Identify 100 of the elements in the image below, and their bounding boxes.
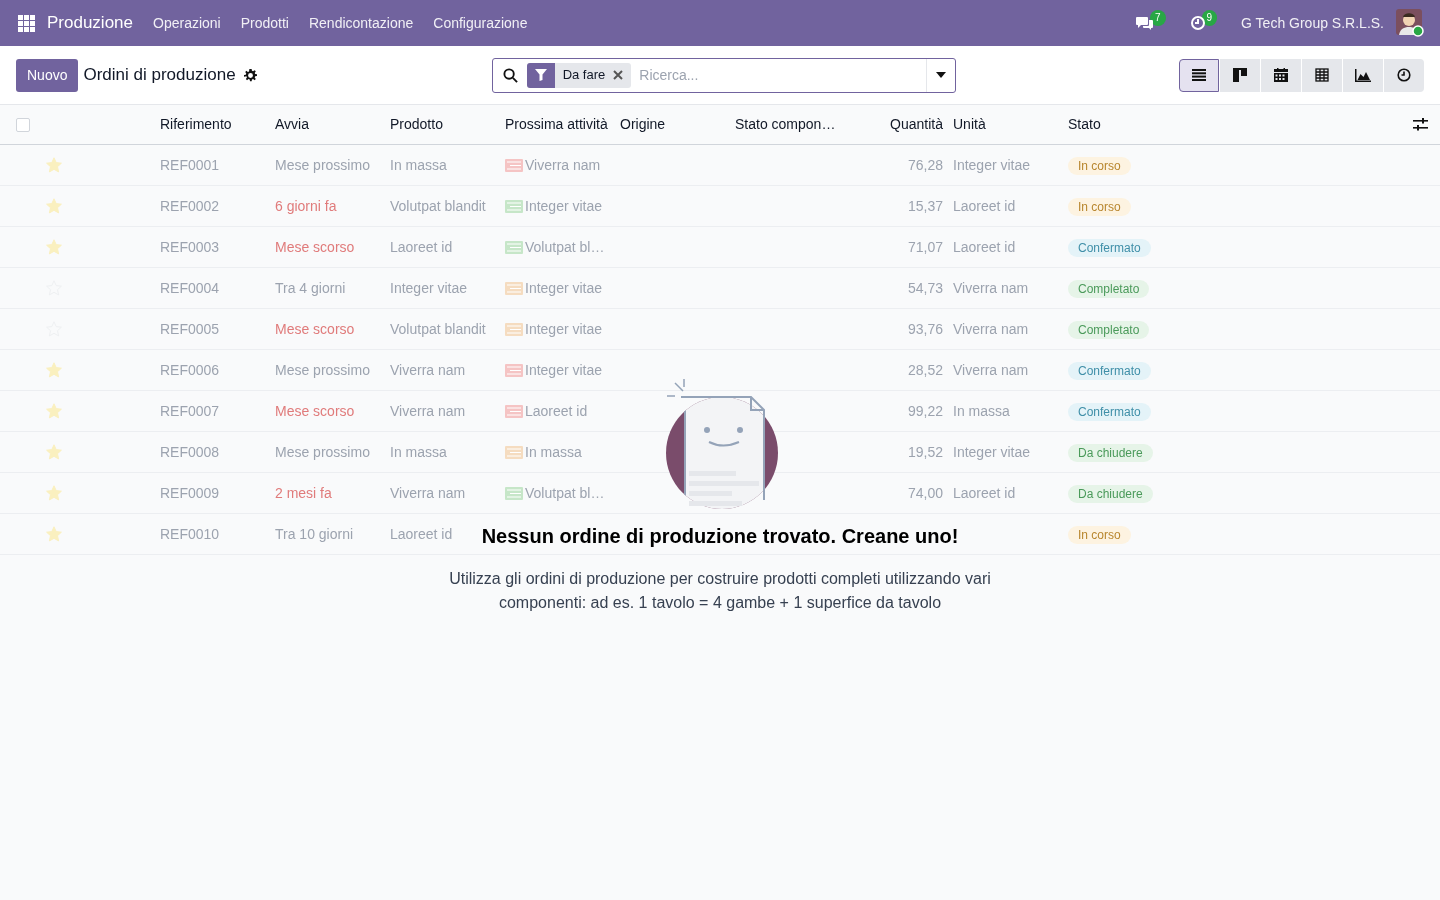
calendar-icon [1274,68,1288,82]
messages-button[interactable] [1135,15,1154,31]
activity-icon[interactable] [505,322,523,336]
activity-icon[interactable] [505,363,523,377]
column-options-icon[interactable] [1412,118,1428,131]
table-cell: Viverra nam [953,361,1029,378]
column-header[interactable]: Stato [1068,116,1101,132]
activity-icon[interactable] [505,404,523,418]
status-badge: Confermato [1068,402,1151,421]
column-header[interactable]: Stato compon… [735,116,836,132]
table-cell: REF0003 [160,238,220,255]
table-cell: In massa [390,156,447,173]
status-badge: In corso [1068,525,1131,544]
table-cell: REF0008 [160,443,220,460]
star-icon[interactable] [46,526,62,542]
table-cell: REF0007 [160,402,220,419]
column-header[interactable]: Riferimento [160,116,232,132]
kanban-icon [1233,68,1247,82]
table-cell-text: Volutpat bl… [525,237,605,257]
activity-icon[interactable] [505,199,523,213]
area-chart-icon [1355,68,1371,82]
chat-icon [1135,15,1154,31]
menu-item[interactable]: Configurazione [433,12,528,34]
table-cell: 6 giorni fa [275,197,337,214]
star-icon[interactable] [46,444,62,460]
menu-item[interactable]: Rendicontazione [308,12,414,34]
empty-state-title: Nessun ordine di produzione trovato. Creane uno! [481,524,959,549]
view-switch-button[interactable] [1261,58,1301,92]
apps-menu-icon[interactable] [18,14,35,32]
table-cell: 71,07 [907,238,943,255]
status-badge: Da chiudere [1068,443,1153,462]
column-header[interactable]: Prodotto [390,116,443,132]
status-badge: Completato [1068,320,1150,339]
menu-item[interactable]: Operazioni [153,12,221,34]
table-cell: Laoreet id [953,197,1016,214]
table-cell: Tra 4 giorni [275,279,346,296]
column-header[interactable]: Quantità [890,116,943,132]
search-icon[interactable] [502,67,518,83]
view-switch-button[interactable] [1302,58,1342,92]
activity-icon[interactable] [505,445,523,459]
table-cell: REF0010 [160,525,220,542]
table-cell: 28,52 [907,361,943,378]
list-icon [1192,69,1206,81]
star-icon[interactable] [46,239,62,255]
company-name[interactable]: G Tech Group S.R.L.S. [1241,12,1384,34]
table-cell: Mese prossimo [275,361,370,378]
count-badge: 9 [1201,10,1218,26]
table-cell: 93,76 [907,320,943,337]
menu-item[interactable]: Prodotti [240,12,289,34]
user-avatar[interactable] [1396,9,1424,37]
star-icon[interactable] [46,157,62,173]
close-icon[interactable] [613,70,624,80]
table-cell: REF0002 [160,197,220,214]
star-icon[interactable] [46,198,62,214]
table-cell-text: Integer vitae [525,278,603,298]
table-cell: Mese scorso [275,238,355,255]
table-cell: Integer vitae [953,443,1031,460]
activity-icon[interactable] [505,486,523,500]
column-header[interactable]: Avvia [275,116,309,132]
facet-label: Da fare [561,66,607,85]
star-icon[interactable] [46,362,62,378]
view-switch-button[interactable] [1384,58,1424,92]
activities-button[interactable] [1189,15,1206,31]
column-header[interactable]: Unità [953,116,986,132]
column-header[interactable]: Origine [620,116,666,132]
activity-icon[interactable] [505,281,523,295]
search-field[interactable]: Da fare Ricerca... [491,57,956,93]
settings-icon[interactable] [243,68,257,82]
clock-icon [1189,15,1206,31]
app-name[interactable]: Produzione [47,10,133,36]
table-cell-text: Laoreet id [525,401,588,421]
activity-icon[interactable] [505,158,523,172]
table-cell: Laoreet id [390,238,453,255]
star-icon[interactable] [46,485,62,501]
new-button[interactable]: Nuovo [16,58,79,92]
table-cell: REF0005 [160,320,220,337]
filter-icon [534,69,547,81]
caret-icon[interactable] [935,72,946,78]
star-icon[interactable] [46,403,62,419]
table-cell: 99,22 [907,402,943,419]
select-all-checkbox[interactable] [16,117,30,132]
status-badge: In corso [1068,197,1131,216]
status-badge: Da chiudere [1068,484,1153,503]
table-cell: 15,37 [907,197,943,214]
table-cell: 54,73 [907,279,943,296]
table-cell: REF0006 [160,361,220,378]
view-switch-button[interactable] [1179,58,1219,92]
table-cell: Laoreet id [390,525,453,542]
table-cell: Volutpat blandit [390,320,486,337]
column-header[interactable]: Prossima attività [505,116,608,132]
table-cell: 19,52 [907,443,943,460]
filter-facet[interactable]: Da fare [526,62,632,88]
table-cell: 74,00 [907,484,943,501]
table-cell: Viverra nam [953,320,1029,337]
table-cell: Mese prossimo [275,156,370,173]
view-switch-button[interactable] [1220,58,1260,92]
activity-icon[interactable] [505,240,523,254]
view-switch-button[interactable] [1343,58,1383,92]
table-cell: 2 mesi fa [275,484,332,501]
status-badge: Confermato [1068,361,1151,380]
